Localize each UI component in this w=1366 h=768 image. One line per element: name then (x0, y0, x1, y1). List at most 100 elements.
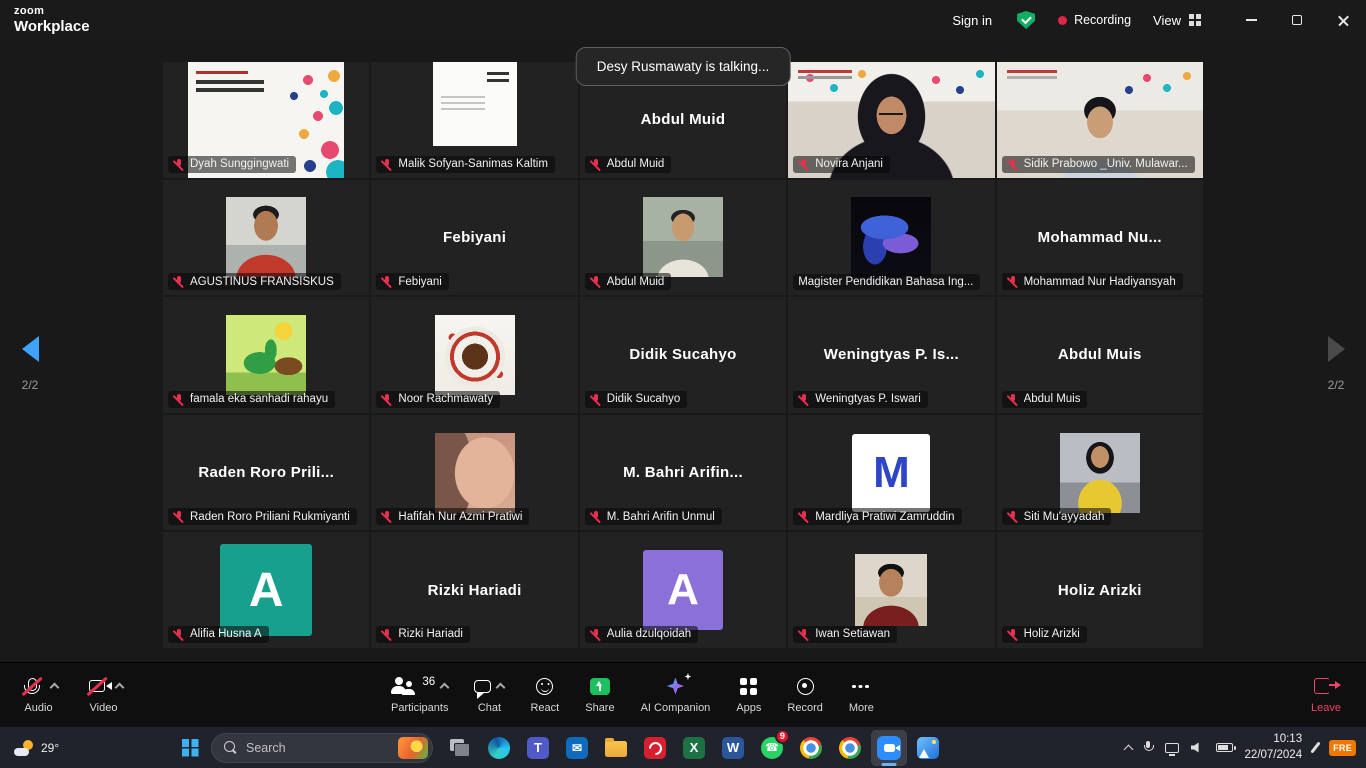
participant-name-label: M. Bahri Arifin Unmul (585, 508, 722, 525)
maximize-button[interactable] (1274, 0, 1320, 40)
zoom-workplace-logo: zoom Workplace (14, 6, 90, 34)
participants-button[interactable]: 36 Participants (378, 663, 461, 727)
muted-mic-icon (381, 510, 393, 523)
taskbar-app-file-explorer[interactable] (598, 730, 634, 766)
video-button[interactable]: Video (71, 663, 136, 727)
weather-icon (14, 740, 34, 756)
participant-tile[interactable]: AGUSTINUS FRANSISKUS (163, 180, 369, 296)
participant-tile[interactable]: Abdul Muid (580, 180, 786, 296)
participant-tile[interactable]: Raden Roro Prili... Raden Roro Priliani … (163, 415, 369, 531)
taskbar-app-strip: Search T ✉ X W ☎9 (172, 727, 946, 768)
muted-mic-icon (173, 275, 185, 288)
tray-volume-icon[interactable] (1191, 742, 1204, 754)
participant-tile[interactable]: Rizki Hariadi Rizki Hariadi (371, 532, 577, 648)
taskbar-app-taskview[interactable] (442, 730, 478, 766)
security-shield-icon[interactable] (1016, 10, 1036, 30)
participant-name-label: Weningtyas P. Iswari (793, 391, 928, 408)
weather-widget[interactable]: 29° (0, 727, 73, 768)
tray-display-icon[interactable] (1165, 743, 1179, 753)
chrome-icon (800, 737, 822, 759)
participant-tile[interactable]: Malik Sofyan-Sanimas Kaltim (371, 62, 577, 178)
participant-name-label: Magister Pendidikan Bahasa Ing... (793, 274, 980, 290)
participant-name-label: Didik Sucahyo (585, 391, 688, 408)
chat-options-caret[interactable] (496, 683, 506, 693)
video-thumbnail (435, 315, 515, 395)
capture-free-badge[interactable]: FRE (1329, 740, 1356, 756)
taskbar-clock[interactable]: 10:13 22/07/2024 (1245, 732, 1303, 763)
taskbar-app-photos[interactable] (910, 730, 946, 766)
participant-tile[interactable]: Dyah Sunggingwati (163, 62, 369, 178)
gallery-next-page[interactable]: 2/2 (1314, 336, 1358, 392)
record-button[interactable]: Record (774, 663, 835, 727)
recording-dot-icon (1058, 16, 1067, 25)
muted-mic-icon (798, 393, 810, 406)
search-icon (224, 741, 238, 755)
participant-tile[interactable]: M Mardliya Pratiwi Zamruddin (788, 415, 994, 531)
participants-options-caret[interactable] (440, 683, 450, 693)
search-placeholder: Search (246, 741, 390, 755)
participant-name-label: Raden Roro Priliani Rukmiyanti (168, 508, 357, 525)
share-button[interactable]: Share (572, 663, 627, 727)
taskbar-app-chrome-2[interactable] (832, 730, 868, 766)
taskbar-app-excel[interactable]: X (676, 730, 712, 766)
participant-tile[interactable]: Sidik Prabowo _Univ. Mulawar... (997, 62, 1203, 178)
recording-indicator: Recording (1058, 13, 1131, 27)
chevron-right-icon[interactable] (1328, 336, 1345, 362)
participant-tile[interactable]: M. Bahri Arifin... M. Bahri Arifin Unmul (580, 415, 786, 531)
sign-in-button[interactable]: Sign in (952, 13, 992, 28)
participant-tile[interactable]: Siti Mu'ayyadah (997, 415, 1203, 531)
chat-button[interactable]: Chat (461, 663, 517, 727)
taskbar-app-teams[interactable]: T (520, 730, 556, 766)
minimize-button[interactable] (1228, 0, 1274, 40)
leave-button[interactable]: Leave (1298, 663, 1354, 727)
taskbar-app-word[interactable]: W (715, 730, 751, 766)
participant-tile[interactable]: Hafifah Nur Azmi Pratiwi (371, 415, 577, 531)
acrobat-icon (644, 737, 666, 759)
chat-icon (474, 680, 491, 693)
video-thumbnail (433, 62, 517, 146)
muted-mic-icon (173, 510, 185, 523)
gallery-prev-page[interactable]: 2/2 (8, 336, 52, 392)
react-button[interactable]: React (517, 663, 572, 727)
participant-name-label: Sidik Prabowo _Univ. Mulawar... (1002, 156, 1195, 173)
participant-tile[interactable]: Didik Sucahyo Didik Sucahyo (580, 297, 786, 413)
weather-temperature: 29° (41, 741, 59, 755)
participant-tile[interactable]: Weningtyas P. Is... Weningtyas P. Iswari (788, 297, 994, 413)
start-button[interactable] (172, 730, 208, 766)
taskbar-app-zoom[interactable] (871, 730, 907, 766)
participant-tile[interactable]: A Alifia Husna A (163, 532, 369, 648)
participant-name-label: Siti Mu'ayyadah (1002, 508, 1112, 525)
tray-pen-icon[interactable] (1310, 741, 1320, 753)
participant-tile[interactable]: A Aulia dzulqoidah (580, 532, 786, 648)
participant-tile[interactable]: Abdul Muis Abdul Muis (997, 297, 1203, 413)
participant-tile[interactable]: Febiyani Febiyani (371, 180, 577, 296)
participant-tile[interactable]: Magister Pendidikan Bahasa Ing... (788, 180, 994, 296)
audio-button[interactable]: Audio (6, 663, 71, 727)
apps-button[interactable]: Apps (723, 663, 774, 727)
taskbar-app-outlook[interactable]: ✉ (559, 730, 595, 766)
taskbar-app-whatsapp[interactable]: ☎9 (754, 730, 790, 766)
participant-tile[interactable]: Iwan Setiawan (788, 532, 994, 648)
taskbar-search[interactable]: Search (211, 733, 433, 763)
chevron-left-icon[interactable] (22, 336, 39, 362)
more-button[interactable]: More (836, 663, 887, 727)
participant-tile[interactable]: famala eka sanhadi rahayu (163, 297, 369, 413)
tray-mic-icon[interactable] (1144, 741, 1153, 755)
tray-overflow-chevron-icon[interactable] (1123, 744, 1133, 754)
view-button[interactable]: View (1153, 13, 1202, 28)
taskbar-app-chrome[interactable] (793, 730, 829, 766)
participant-tile[interactable]: Mohammad Nu... Mohammad Nur Hadiyansyah (997, 180, 1203, 296)
file-explorer-icon (605, 741, 627, 757)
smiley-icon (536, 678, 553, 695)
video-options-caret[interactable] (115, 683, 125, 693)
ai-companion-button[interactable]: AI Companion (628, 663, 724, 727)
taskbar-app-edge[interactable] (481, 730, 517, 766)
participants-count: 36 (422, 676, 435, 688)
participant-tile[interactable]: Noor Rachmawaty (371, 297, 577, 413)
participant-tile[interactable]: Novira Anjani (788, 62, 994, 178)
tray-battery-icon[interactable] (1216, 743, 1233, 752)
participant-tile[interactable]: Holiz Arizki Holiz Arizki (997, 532, 1203, 648)
audio-options-caret[interactable] (50, 683, 60, 693)
close-button[interactable] (1320, 0, 1366, 40)
taskbar-app-acrobat[interactable] (637, 730, 673, 766)
